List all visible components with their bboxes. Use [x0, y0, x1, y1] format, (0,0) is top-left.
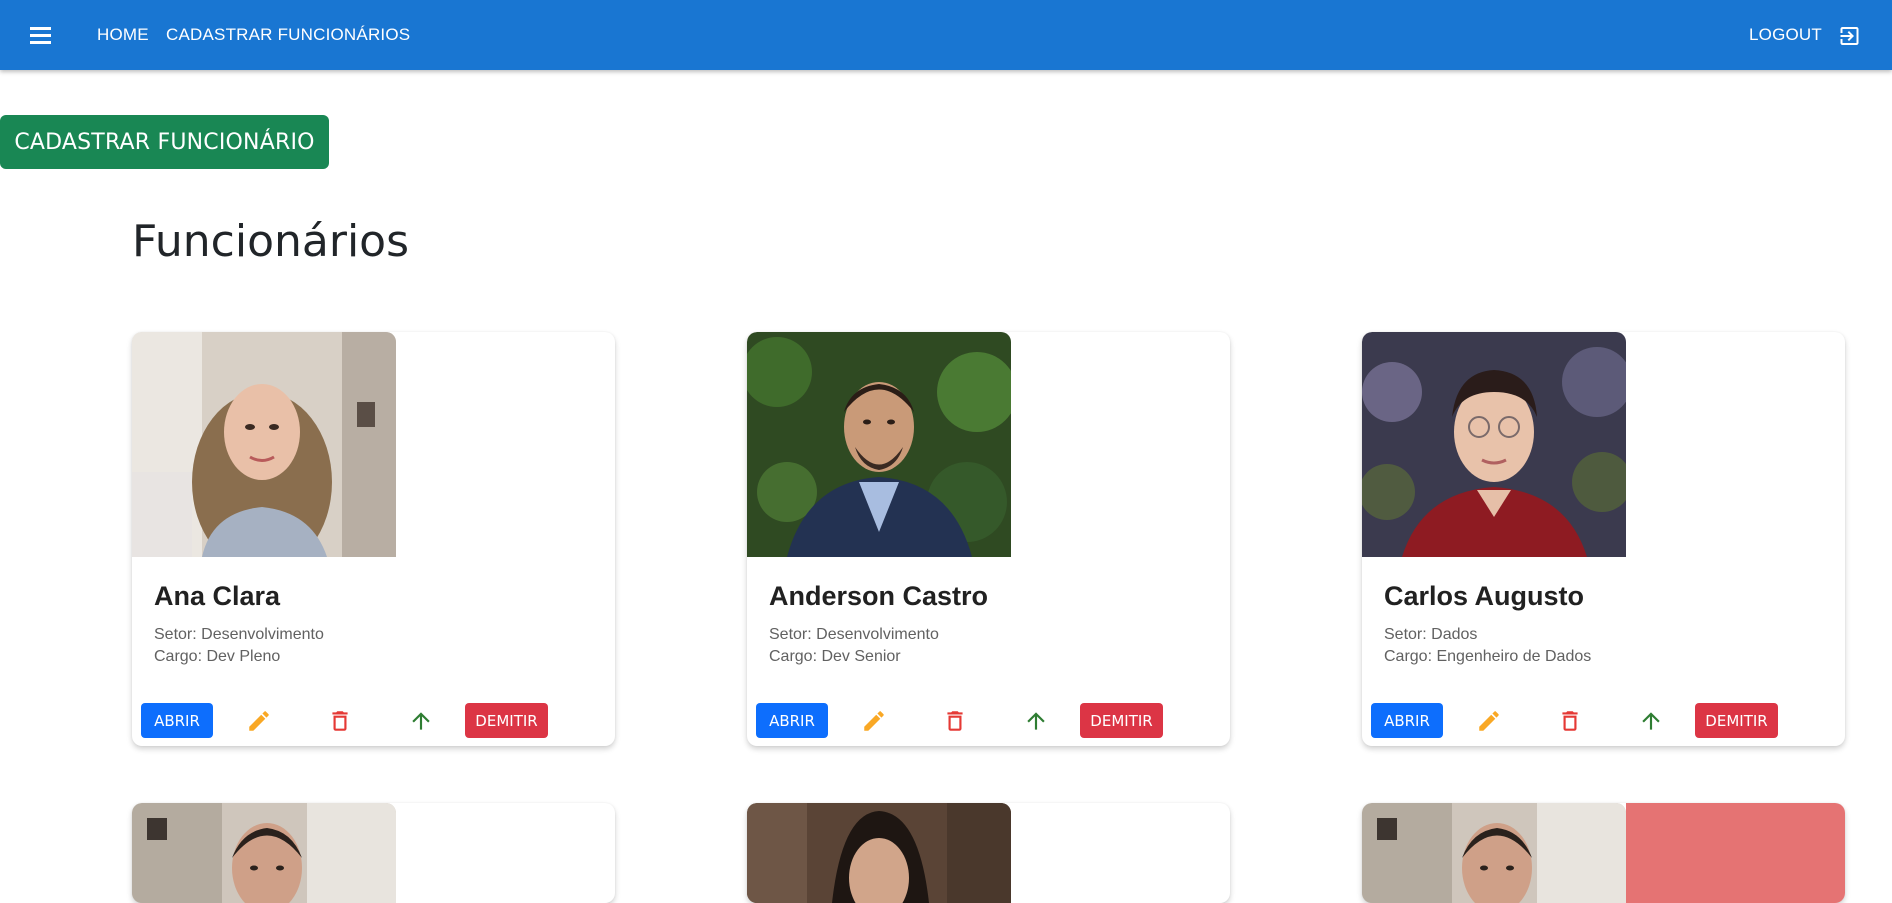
trash-icon[interactable] — [942, 708, 968, 734]
arrow-up-icon[interactable] — [1023, 708, 1049, 734]
demitir-button[interactable]: DEMITIR — [465, 703, 548, 738]
employee-photo — [1362, 332, 1626, 557]
employee-photo — [132, 332, 396, 557]
employee-photo — [747, 803, 1011, 903]
page-title: Funcionários — [132, 216, 410, 267]
employee-photo — [132, 803, 396, 903]
abrir-button[interactable]: ABRIR — [1371, 703, 1443, 738]
abrir-button[interactable]: ABRIR — [756, 703, 828, 738]
employee-card — [747, 803, 1230, 903]
demitir-button[interactable]: DEMITIR — [1695, 703, 1778, 738]
employee-setor: Setor: Desenvolvimento — [769, 626, 939, 643]
cadastrar-funcionario-button[interactable]: CADASTRAR FUNCIONÁRIO — [0, 115, 329, 169]
arrow-up-icon[interactable] — [1638, 708, 1664, 734]
demitir-button[interactable]: DEMITIR — [1080, 703, 1163, 738]
pencil-icon[interactable] — [861, 708, 887, 734]
employee-cargo: Cargo: Dev Senior — [769, 648, 901, 665]
nav-home-link[interactable]: HOME — [97, 25, 149, 45]
trash-icon[interactable] — [1557, 708, 1583, 734]
logout-link[interactable]: LOGOUT — [1749, 25, 1822, 45]
employee-photo — [1362, 803, 1626, 903]
abrir-button[interactable]: ABRIR — [141, 703, 213, 738]
employee-card — [1362, 803, 1845, 903]
employee-name: Ana Clara — [154, 581, 281, 611]
employee-cargo: Cargo: Engenheiro de Dados — [1384, 648, 1592, 665]
logout-icon[interactable] — [1837, 24, 1862, 48]
menu-icon[interactable] — [24, 22, 56, 48]
employee-photo — [747, 332, 1011, 557]
arrow-up-icon[interactable] — [408, 708, 434, 734]
app-bar: HOME CADASTRAR FUNCIONÁRIOS LOGOUT — [0, 0, 1892, 70]
card-highlight — [1626, 803, 1845, 903]
employee-name: Anderson Castro — [769, 581, 989, 611]
trash-icon[interactable] — [327, 708, 353, 734]
pencil-icon[interactable] — [1476, 708, 1502, 734]
employee-setor: Setor: Desenvolvimento — [154, 626, 324, 643]
employee-card — [132, 803, 615, 903]
employee-cargo: Cargo: Dev Pleno — [154, 648, 281, 665]
employee-name: Carlos Augusto — [1384, 581, 1585, 611]
employee-card: Ana Clara Setor: Desenvolvimento Cargo: … — [132, 332, 615, 746]
employee-card: Anderson Castro Setor: Desenvolvimento C… — [747, 332, 1230, 746]
employee-card: Carlos Augusto Setor: Dados Cargo: Engen… — [1362, 332, 1845, 746]
employee-setor: Setor: Dados — [1384, 626, 1478, 643]
nav-cadastrar-link[interactable]: CADASTRAR FUNCIONÁRIOS — [166, 25, 410, 45]
pencil-icon[interactable] — [246, 708, 272, 734]
